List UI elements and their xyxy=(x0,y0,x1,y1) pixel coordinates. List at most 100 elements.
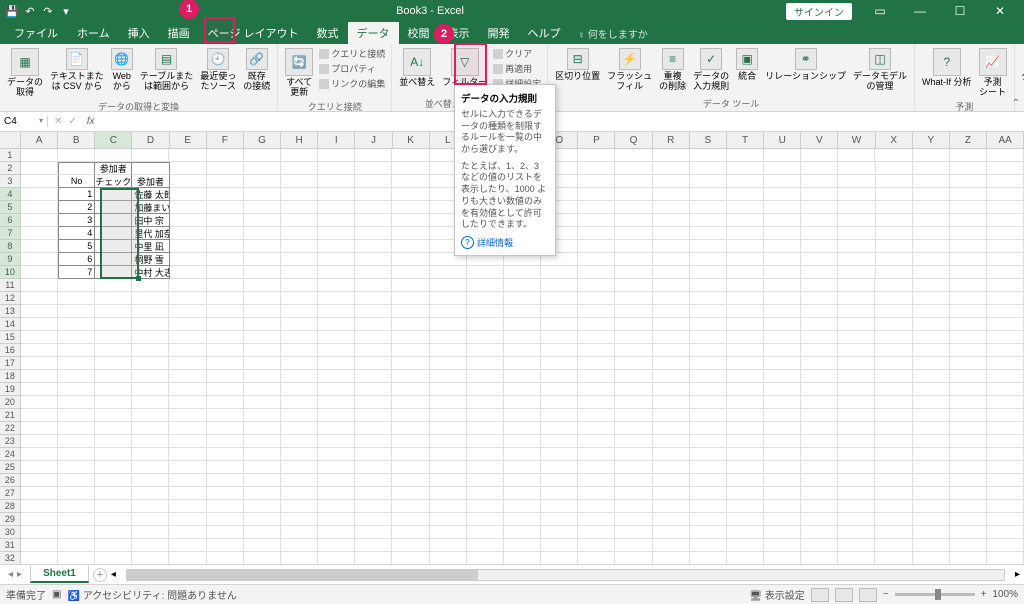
cell[interactable] xyxy=(615,526,652,539)
cell[interactable] xyxy=(987,526,1024,539)
cell[interactable] xyxy=(132,344,169,357)
cell[interactable] xyxy=(430,396,467,409)
cell[interactable] xyxy=(430,370,467,383)
cell[interactable] xyxy=(913,552,950,564)
cell[interactable] xyxy=(541,370,578,383)
cell[interactable] xyxy=(653,461,690,474)
cell[interactable] xyxy=(764,448,801,461)
cell[interactable] xyxy=(355,513,392,526)
cell[interactable] xyxy=(132,500,169,513)
cell[interactable] xyxy=(727,526,764,539)
cell[interactable] xyxy=(207,435,244,448)
cell[interactable] xyxy=(430,292,467,305)
cell[interactable] xyxy=(281,240,318,253)
cell[interactable] xyxy=(838,461,875,474)
properties-button[interactable]: プロパティ xyxy=(317,61,387,76)
what-if-button[interactable]: ?What-If 分析 xyxy=(919,46,975,90)
cell[interactable] xyxy=(169,292,206,305)
cell[interactable] xyxy=(169,370,206,383)
cell[interactable] xyxy=(318,253,355,266)
cell[interactable] xyxy=(987,422,1024,435)
cell[interactable] xyxy=(132,513,169,526)
row-header[interactable]: 12 xyxy=(0,292,21,305)
cell[interactable] xyxy=(170,266,207,279)
cell[interactable] xyxy=(392,526,429,539)
horizontal-scrollbar[interactable] xyxy=(126,569,1005,581)
cell[interactable] xyxy=(653,331,690,344)
cell[interactable] xyxy=(207,357,244,370)
row-header[interactable]: 4 xyxy=(0,188,21,201)
column-header[interactable]: AA xyxy=(987,132,1024,148)
cell[interactable] xyxy=(467,552,504,564)
cell[interactable] xyxy=(58,370,95,383)
cell[interactable] xyxy=(764,370,801,383)
cell[interactable] xyxy=(875,448,912,461)
cell[interactable] xyxy=(950,188,987,201)
cell[interactable] xyxy=(355,227,392,240)
cell[interactable] xyxy=(467,266,504,279)
cell[interactable] xyxy=(653,318,690,331)
cell[interactable] xyxy=(318,552,355,564)
cell[interactable] xyxy=(318,448,355,461)
cell[interactable] xyxy=(318,500,355,513)
cell[interactable] xyxy=(875,292,912,305)
cell[interactable] xyxy=(653,175,690,188)
cell[interactable] xyxy=(838,396,875,409)
cell[interactable] xyxy=(207,344,244,357)
cell[interactable] xyxy=(727,331,764,344)
cell[interactable] xyxy=(876,266,913,279)
cell[interactable] xyxy=(467,422,504,435)
cell[interactable] xyxy=(727,357,764,370)
cell[interactable] xyxy=(504,487,541,500)
cell[interactable] xyxy=(21,162,58,175)
cell[interactable] xyxy=(244,318,281,331)
save-icon[interactable]: 💾 xyxy=(4,3,20,19)
maximize-button[interactable]: ☐ xyxy=(940,4,980,18)
cell[interactable] xyxy=(913,227,950,240)
cell[interactable] xyxy=(950,383,987,396)
cell[interactable] xyxy=(430,318,467,331)
cell[interactable] xyxy=(987,214,1024,227)
relationships-button[interactable]: ⚭リレーションシップ xyxy=(762,46,849,84)
zoom-slider[interactable] xyxy=(895,593,975,596)
cell[interactable] xyxy=(281,370,318,383)
cell[interactable]: 佐藤 太郎 xyxy=(132,188,169,201)
cell[interactable] xyxy=(950,552,987,564)
cell[interactable] xyxy=(281,344,318,357)
redo-icon[interactable]: ↷ xyxy=(40,3,56,19)
cell[interactable] xyxy=(392,474,429,487)
cell[interactable] xyxy=(987,162,1024,175)
row-header[interactable]: 29 xyxy=(0,513,21,526)
cell[interactable] xyxy=(207,539,244,552)
cell[interactable] xyxy=(244,370,281,383)
cell[interactable] xyxy=(653,279,690,292)
cell[interactable] xyxy=(913,422,950,435)
cell[interactable] xyxy=(318,370,355,383)
cell[interactable] xyxy=(541,266,578,279)
cell[interactable] xyxy=(430,448,467,461)
cell[interactable] xyxy=(21,474,58,487)
cell[interactable] xyxy=(950,292,987,305)
row-header[interactable]: 19 xyxy=(0,383,21,396)
cell[interactable] xyxy=(504,526,541,539)
cell[interactable] xyxy=(281,461,318,474)
cell[interactable] xyxy=(950,448,987,461)
cell[interactable] xyxy=(615,227,652,240)
minimize-button[interactable]: — xyxy=(900,4,940,18)
refresh-all-button[interactable]: 🔄すべて 更新 xyxy=(282,46,316,100)
cell[interactable] xyxy=(987,539,1024,552)
cell[interactable] xyxy=(541,279,578,292)
cell[interactable] xyxy=(876,214,913,227)
cell[interactable]: 4 xyxy=(58,227,95,240)
cell[interactable] xyxy=(838,435,875,448)
cell[interactable] xyxy=(504,422,541,435)
cell[interactable] xyxy=(875,383,912,396)
cell[interactable] xyxy=(653,253,690,266)
cell[interactable] xyxy=(281,474,318,487)
cell[interactable] xyxy=(615,552,652,564)
cell[interactable] xyxy=(58,552,95,564)
cell[interactable] xyxy=(355,188,392,201)
cell[interactable] xyxy=(875,422,912,435)
cell[interactable] xyxy=(578,149,615,162)
cell[interactable] xyxy=(504,513,541,526)
